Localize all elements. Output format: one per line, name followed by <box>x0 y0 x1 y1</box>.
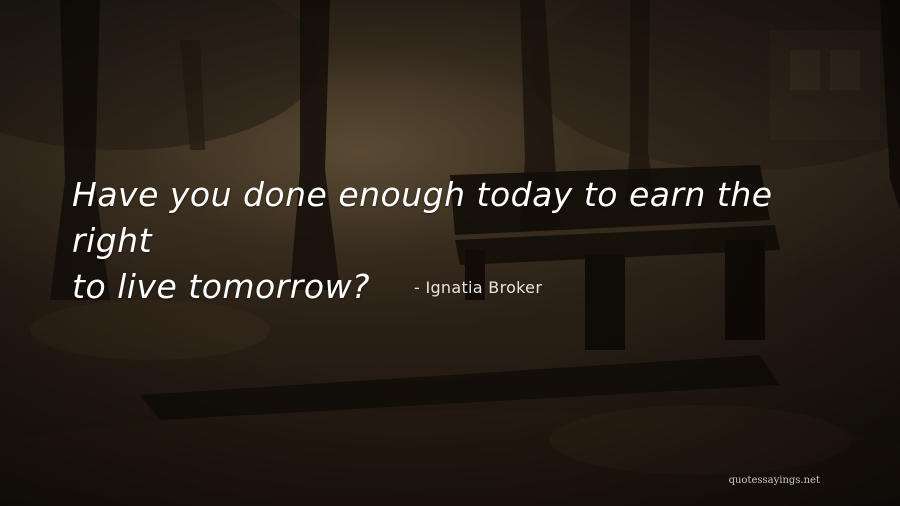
quote-card: Have you done enough today to earn the r… <box>0 0 900 506</box>
quote-author: - Ignatia Broker <box>414 278 543 297</box>
quote-line-1: Have you done enough today to earn the r… <box>72 175 773 260</box>
site-watermark: quotessayings.net <box>728 475 820 486</box>
